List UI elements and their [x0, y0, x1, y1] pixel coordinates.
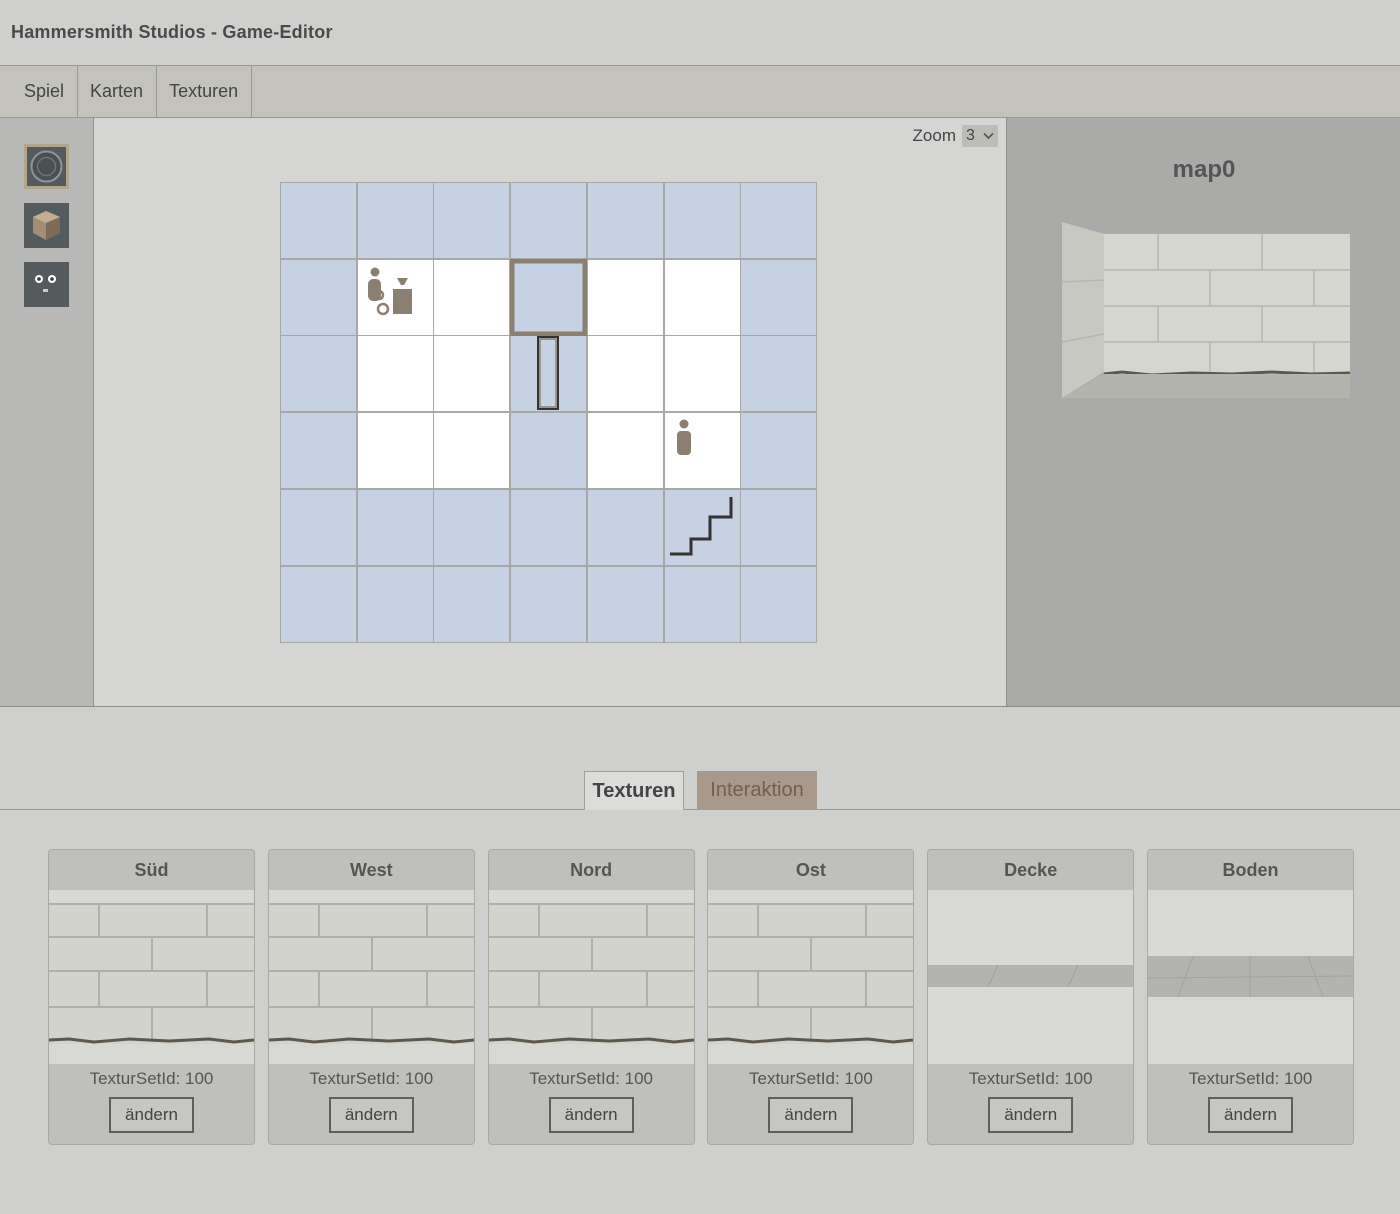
- floor-cell[interactable]: [433, 258, 511, 336]
- menu-bar: Spiel Karten Texturen: [0, 66, 1400, 118]
- chevron-down-icon: [983, 127, 994, 145]
- wall-cell[interactable]: [510, 488, 588, 566]
- texture-set-id: TexturSetId: 100: [968, 1069, 1093, 1088]
- floor-cell[interactable]: [663, 335, 741, 413]
- wall-cell[interactable]: [740, 565, 818, 643]
- texture-image: [1148, 890, 1353, 1064]
- change-texture-button[interactable]: ändern: [988, 1097, 1074, 1133]
- tab-strip: Texturen Interaktion: [0, 708, 1400, 810]
- wall-cell[interactable]: [356, 488, 434, 566]
- wall-cell[interactable]: [740, 335, 818, 413]
- wall-cell[interactable]: [433, 182, 511, 259]
- texture-card-5: Boden TexturSetId: 100 ändern: [1147, 849, 1354, 1145]
- tab-texturen[interactable]: Texturen: [584, 771, 684, 810]
- texture-card-title: Nord: [570, 859, 613, 880]
- wall-cell[interactable]: [663, 182, 741, 259]
- door-icon[interactable]: [510, 335, 587, 412]
- texture-card-title: Boden: [1222, 859, 1279, 880]
- cube-tool-button[interactable]: [24, 203, 69, 248]
- floor-cell[interactable]: [586, 258, 664, 336]
- floor-cell[interactable]: [586, 335, 664, 413]
- face-tool-button[interactable]: [24, 262, 69, 307]
- floor-cell[interactable]: [356, 335, 434, 413]
- wall-cell[interactable]: [356, 565, 434, 643]
- zoom-label: Zoom: [912, 126, 956, 145]
- texture-card-3: Ost TexturSetId: 100 ändern: [707, 849, 915, 1145]
- texture-set-id: TexturSetId: 100: [748, 1069, 873, 1088]
- wall-cell[interactable]: [280, 258, 357, 336]
- wall-cell[interactable]: [663, 565, 741, 643]
- zoom-control: Zoom 3: [913, 125, 998, 147]
- floor-cell[interactable]: [433, 335, 511, 413]
- wall-cell[interactable]: [510, 412, 588, 490]
- wall-cell[interactable]: [280, 182, 357, 259]
- face-tool-icon: [35, 275, 56, 292]
- room-preview-image: [1062, 222, 1350, 398]
- npc-vendor-icon[interactable]: [357, 259, 434, 336]
- wall-cell[interactable]: [740, 488, 818, 566]
- texture-set-id: TexturSetId: 100: [309, 1069, 434, 1088]
- floor-cell[interactable]: [586, 412, 664, 490]
- texture-card-title: West: [349, 859, 393, 880]
- wall-cell[interactable]: [280, 412, 357, 490]
- person-icon[interactable]: [664, 412, 741, 489]
- texture-card-4: Decke TexturSetId: 100 ändern: [927, 849, 1135, 1145]
- preview-panel: map0: [1006, 118, 1400, 707]
- change-texture-button[interactable]: ändern: [1208, 1097, 1293, 1133]
- wall-cell[interactable]: [510, 182, 588, 259]
- wall-cell[interactable]: [280, 488, 357, 566]
- wall-cell[interactable]: [586, 488, 664, 566]
- texture-card-title: Decke: [1004, 859, 1058, 880]
- wall-cell[interactable]: [740, 182, 818, 259]
- zoom-select[interactable]: 3: [962, 125, 998, 147]
- change-texture-button[interactable]: ändern: [328, 1097, 414, 1133]
- texture-card-2: Nord TexturSetId: 100 ändern: [487, 849, 695, 1145]
- texture-set-id: TexturSetId: 100: [1188, 1069, 1313, 1088]
- title-bar: Hammersmith Studios - Game-Editor: [0, 0, 1400, 66]
- menu-spiel[interactable]: Spiel: [0, 66, 79, 117]
- map-name: map0: [1172, 156, 1236, 183]
- wall-cell[interactable]: [280, 335, 357, 413]
- menu-karten[interactable]: Karten: [78, 66, 158, 117]
- wall-cell[interactable]: [740, 258, 818, 336]
- texture-image: [928, 890, 1134, 1064]
- selection-frame[interactable]: [509, 258, 588, 337]
- texture-card-title: Süd: [134, 859, 169, 880]
- circle-tool-icon: [30, 150, 63, 183]
- wall-cell[interactable]: [433, 488, 511, 566]
- wall-cell[interactable]: [586, 565, 664, 643]
- cube-tool-icon: [33, 211, 60, 240]
- floor-cell[interactable]: [663, 258, 741, 336]
- texture-image: [49, 890, 254, 1064]
- floor-cell[interactable]: [433, 412, 511, 490]
- change-texture-button[interactable]: ändern: [548, 1097, 634, 1133]
- texture-image: [268, 890, 474, 1064]
- texture-set-id: TexturSetId: 100: [529, 1069, 653, 1088]
- wall-cell[interactable]: [433, 565, 511, 643]
- texture-card-0: Süd TexturSetId: 100 ändern: [48, 849, 255, 1145]
- stairs-icon[interactable]: [664, 489, 741, 566]
- change-texture-button[interactable]: ändern: [109, 1097, 194, 1133]
- wall-cell[interactable]: [586, 182, 664, 259]
- texture-image: [488, 890, 694, 1064]
- texture-set-id: TexturSetId: 100: [89, 1069, 214, 1088]
- wall-cell[interactable]: [510, 565, 588, 643]
- wall-cell[interactable]: [280, 565, 357, 643]
- tool-panel: [0, 118, 94, 707]
- map-editor: Zoom 3: [94, 118, 1006, 707]
- menu-texturen[interactable]: Texturen: [157, 66, 253, 117]
- texture-image: [708, 890, 914, 1064]
- wall-cell[interactable]: [740, 412, 818, 490]
- zoom-value: 3: [966, 127, 975, 144]
- tab-interaktion[interactable]: Interaktion: [697, 771, 817, 810]
- texture-card-title: Ost: [795, 859, 826, 880]
- change-texture-button[interactable]: ändern: [768, 1097, 854, 1133]
- app-title: Hammersmith Studios - Game-Editor: [11, 22, 333, 42]
- map-grid[interactable]: [280, 182, 818, 643]
- wall-cell[interactable]: [356, 182, 434, 259]
- floor-cell[interactable]: [356, 412, 434, 490]
- circle-tool-button[interactable]: [24, 144, 69, 189]
- texture-card-1: West TexturSetId: 100 ändern: [267, 849, 475, 1145]
